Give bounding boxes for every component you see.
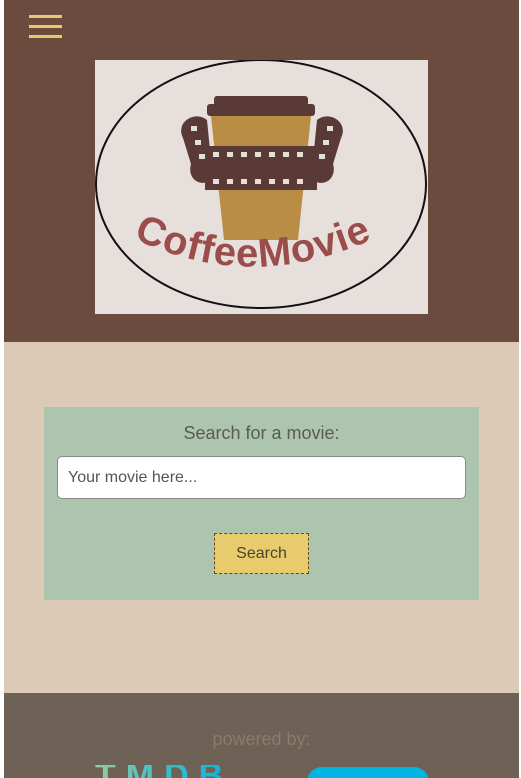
site-header: CoffeeMovie [4,0,519,342]
tmdb-logo[interactable]: TMDB [95,757,430,778]
menu-bar [29,25,62,28]
menu-bar [29,15,62,18]
tmdb-logo-text: TMDB [95,765,233,778]
tmdb-logo-icon: TMDB [95,757,429,778]
site-logo[interactable]: CoffeeMovie [95,59,428,314]
coffee-cup-film-reel-icon: CoffeeMovie [95,59,427,309]
search-title: Search for a movie: [183,423,340,443]
site-footer: powered by: TMDB [4,693,519,778]
search-panel: Search for a movie: Search [44,407,479,600]
main-content: Search for a movie: Search [4,342,519,693]
menu-bar [29,35,62,38]
movie-search-input[interactable] [57,456,466,499]
powered-by-label: powered by: [212,729,311,749]
page-frame: CoffeeMovie Search for a movie: Search p… [4,0,519,778]
hamburger-menu-icon[interactable] [28,12,64,40]
search-button[interactable]: Search [214,533,309,574]
